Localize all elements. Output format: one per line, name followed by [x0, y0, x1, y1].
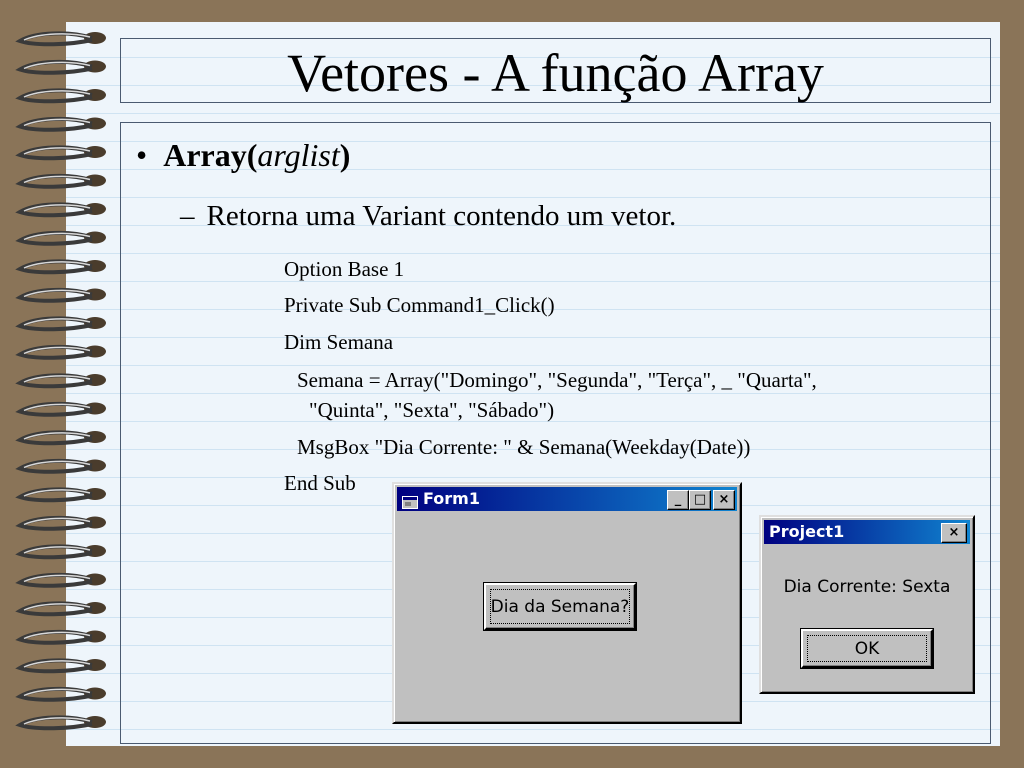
binding-ring — [15, 658, 106, 674]
minimize-button[interactable]: _ — [667, 490, 689, 510]
binding-ring — [15, 88, 106, 104]
code-line: End Sub — [284, 471, 356, 495]
binding-ring — [15, 230, 106, 246]
binding-ring — [15, 287, 106, 303]
form1-window: Form1 _ □ × Dia da Semana? — [392, 482, 742, 724]
binding-ring — [15, 487, 106, 503]
maximize-button[interactable]: □ — [689, 490, 711, 510]
form1-titlebar[interactable]: Form1 _ □ × — [397, 487, 737, 511]
binding-ring — [15, 31, 106, 47]
binding-ring — [15, 686, 106, 702]
title-placeholder: Vetores - A função Array — [120, 38, 991, 103]
binding-ring — [15, 145, 106, 161]
bullet-glyph: • — [136, 137, 164, 173]
binding-ring — [15, 401, 106, 417]
code-line: Private Sub Command1_Click() — [284, 293, 555, 317]
msgbox-title: Project1 — [769, 522, 845, 541]
project1-msgbox: Project1 × Dia Corrente: Sexta OK — [759, 515, 975, 694]
binding-ring — [15, 259, 106, 275]
bullet-array-arglist: • Array(arglist) — [136, 136, 350, 174]
msgbox-close-button[interactable]: × — [941, 523, 967, 543]
binding-ring — [15, 344, 106, 360]
binding-ring — [15, 458, 106, 474]
sub-dash: – — [180, 200, 195, 232]
close-button[interactable]: × — [713, 490, 735, 510]
binding-ring — [15, 173, 106, 189]
msgbox-message: Dia Corrente: Sexta — [783, 577, 951, 597]
code-line: Option Base 1 — [284, 257, 405, 281]
binding-ring — [15, 373, 106, 389]
form-app-icon — [402, 492, 418, 509]
code-line: "Quinta", "Sexta", "Sábado") — [309, 398, 555, 422]
binding-ring — [15, 116, 106, 132]
binding-ring — [15, 430, 106, 446]
binding-ring — [15, 715, 106, 731]
binding-ring — [15, 601, 106, 617]
ok-button[interactable]: OK — [801, 629, 933, 668]
sub-text: Retorna uma Variant contendo um vetor. — [206, 200, 677, 232]
form1-title: Form1 — [423, 489, 480, 508]
spiral-binding — [15, 31, 106, 731]
code-line: Dim Semana — [284, 330, 394, 354]
ok-label: OK — [854, 638, 880, 659]
binding-ring — [15, 59, 106, 75]
bullet-italic: arglist — [257, 137, 340, 173]
binding-ring — [15, 572, 106, 588]
bullet-tail: ) — [339, 137, 351, 173]
dia-da-semana-button[interactable]: Dia da Semana? — [484, 583, 636, 630]
binding-ring — [15, 202, 106, 218]
bullet-lead: Array( — [163, 137, 258, 173]
binding-ring — [15, 629, 106, 645]
code-line: Semana = Array("Domingo", "Segunda", "Te… — [297, 368, 817, 392]
binding-ring — [15, 316, 106, 332]
code-line: MsgBox "Dia Corrente: " & Semana(Weekday… — [297, 435, 751, 459]
msgbox-titlebar[interactable]: Project1 × — [764, 520, 970, 544]
sub-bullet: – Retorna uma Variant contendo um vetor. — [180, 198, 676, 234]
binding-ring — [15, 515, 106, 531]
slide-title: Vetores - A função Array — [287, 43, 824, 103]
dia-da-semana-label: Dia da Semana? — [490, 596, 630, 617]
binding-ring — [15, 544, 106, 560]
